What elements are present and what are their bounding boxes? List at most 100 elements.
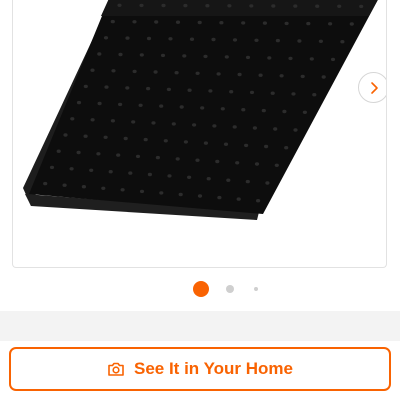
nozzle-hole bbox=[120, 188, 125, 192]
nozzle-hole bbox=[195, 71, 200, 76]
nozzle-hole bbox=[349, 22, 354, 26]
nozzle-hole bbox=[90, 68, 95, 72]
nozzle-hole bbox=[56, 149, 61, 153]
see-it-label: See It in Your Home bbox=[133, 359, 294, 378]
nozzle-hole bbox=[197, 194, 203, 198]
nozzle-hole bbox=[279, 74, 284, 78]
nozzle-hole bbox=[151, 121, 156, 125]
product-page: See It in Your Home bbox=[0, 0, 400, 400]
nozzle-hole bbox=[232, 125, 237, 129]
section-divider bbox=[0, 311, 400, 341]
nozzle-hole bbox=[216, 72, 221, 76]
nozzle-hole bbox=[203, 54, 208, 59]
nozzle-hole bbox=[132, 69, 137, 74]
nozzle-hole bbox=[312, 93, 317, 97]
nozzle-hole bbox=[49, 165, 55, 170]
nozzle-hole bbox=[224, 55, 229, 59]
carousel-dot-active[interactable] bbox=[193, 281, 209, 297]
nozzle-hole bbox=[265, 181, 270, 185]
nozzle-hole bbox=[249, 4, 254, 8]
chevron-right-icon bbox=[370, 81, 378, 94]
nozzle-hole bbox=[83, 84, 88, 89]
nozzle-hole bbox=[155, 155, 160, 160]
nozzle-hole bbox=[147, 172, 152, 177]
nozzle-hole bbox=[293, 4, 298, 8]
nozzle-hole bbox=[300, 74, 305, 79]
nozzle-hole bbox=[282, 109, 287, 114]
nozzle-hole bbox=[96, 152, 101, 156]
nozzle-hole bbox=[118, 52, 123, 57]
nozzle-hole bbox=[318, 39, 323, 43]
nozzle-hole bbox=[139, 53, 144, 57]
nozzle-hole bbox=[215, 159, 220, 164]
nozzle-hole bbox=[241, 21, 246, 25]
nozzle-hole bbox=[118, 102, 123, 107]
nozzle-hole bbox=[195, 158, 200, 162]
carousel-dot[interactable] bbox=[254, 287, 258, 291]
product-image-card[interactable] bbox=[12, 0, 387, 268]
nozzle-hole bbox=[271, 4, 276, 8]
nozzle-hole bbox=[153, 70, 158, 74]
nozzle-hole bbox=[63, 133, 68, 137]
nozzle-hole bbox=[104, 85, 109, 89]
nozzle-hole bbox=[76, 150, 81, 155]
nozzle-hole bbox=[111, 69, 116, 73]
nozzle-hole bbox=[159, 191, 164, 195]
nozzle-hole bbox=[161, 3, 166, 8]
nozzle-hole bbox=[206, 177, 211, 181]
nozzle-hole bbox=[249, 90, 255, 95]
nozzle-hole bbox=[90, 118, 95, 122]
nozzle-hole bbox=[166, 87, 171, 92]
nozzle-hole bbox=[43, 181, 48, 186]
nozzle-hole bbox=[69, 167, 74, 171]
see-it-in-your-home-button[interactable]: See It in Your Home bbox=[9, 347, 391, 391]
nozzle-hole bbox=[154, 20, 159, 24]
nozzle-hole bbox=[110, 19, 115, 24]
nozzle-hole bbox=[270, 91, 275, 95]
nozzle-hole bbox=[83, 134, 88, 138]
shower-head-image bbox=[23, 0, 378, 220]
nozzle-hole bbox=[117, 3, 122, 7]
nozzle-hole bbox=[200, 106, 205, 110]
nozzle-hole bbox=[138, 103, 143, 108]
nozzle-hole bbox=[132, 20, 137, 24]
nozzle-hole bbox=[217, 195, 222, 200]
nozzle-hole bbox=[252, 126, 257, 130]
nozzle-hole bbox=[321, 75, 326, 79]
nozzle-hole bbox=[330, 57, 336, 62]
nozzle-hole bbox=[128, 171, 133, 175]
nozzle-hole bbox=[97, 101, 102, 106]
nozzle-hole bbox=[76, 100, 82, 105]
nozzle-hole bbox=[211, 37, 216, 42]
nozzle-hole bbox=[163, 139, 168, 143]
nozzle-hole bbox=[241, 108, 246, 112]
nozzle-hole bbox=[159, 104, 164, 108]
nozzle-hole bbox=[212, 124, 217, 128]
nozzle-hole bbox=[123, 136, 128, 141]
nozzle-hole bbox=[223, 142, 229, 146]
nozzle-hole bbox=[175, 157, 180, 161]
nozzle-hole bbox=[229, 90, 234, 94]
carousel-pagination bbox=[0, 280, 400, 298]
nozzle-hole bbox=[275, 38, 280, 43]
nozzle-hole bbox=[297, 39, 302, 43]
nozzle-hole bbox=[175, 20, 181, 24]
nozzle-hole bbox=[168, 37, 173, 41]
nozzle-hole bbox=[70, 117, 75, 121]
nozzle-hole bbox=[264, 144, 269, 149]
nozzle-hole bbox=[261, 108, 266, 113]
carousel-dot[interactable] bbox=[226, 285, 234, 293]
nozzle-hole bbox=[101, 186, 106, 190]
nozzle-hole bbox=[359, 4, 364, 9]
nozzle-hole bbox=[226, 178, 231, 182]
nozzle-hole bbox=[244, 143, 249, 148]
nozzle-hole bbox=[110, 119, 115, 123]
carousel-next-button[interactable] bbox=[358, 72, 386, 103]
nozzle-hole bbox=[254, 162, 260, 166]
nozzle-hole bbox=[139, 189, 145, 194]
nozzle-hole bbox=[288, 56, 293, 61]
nozzle-hole bbox=[256, 199, 261, 203]
nozzle-hole bbox=[208, 89, 213, 93]
nozzle-hole bbox=[167, 174, 172, 178]
nozzle-hole bbox=[97, 52, 102, 56]
